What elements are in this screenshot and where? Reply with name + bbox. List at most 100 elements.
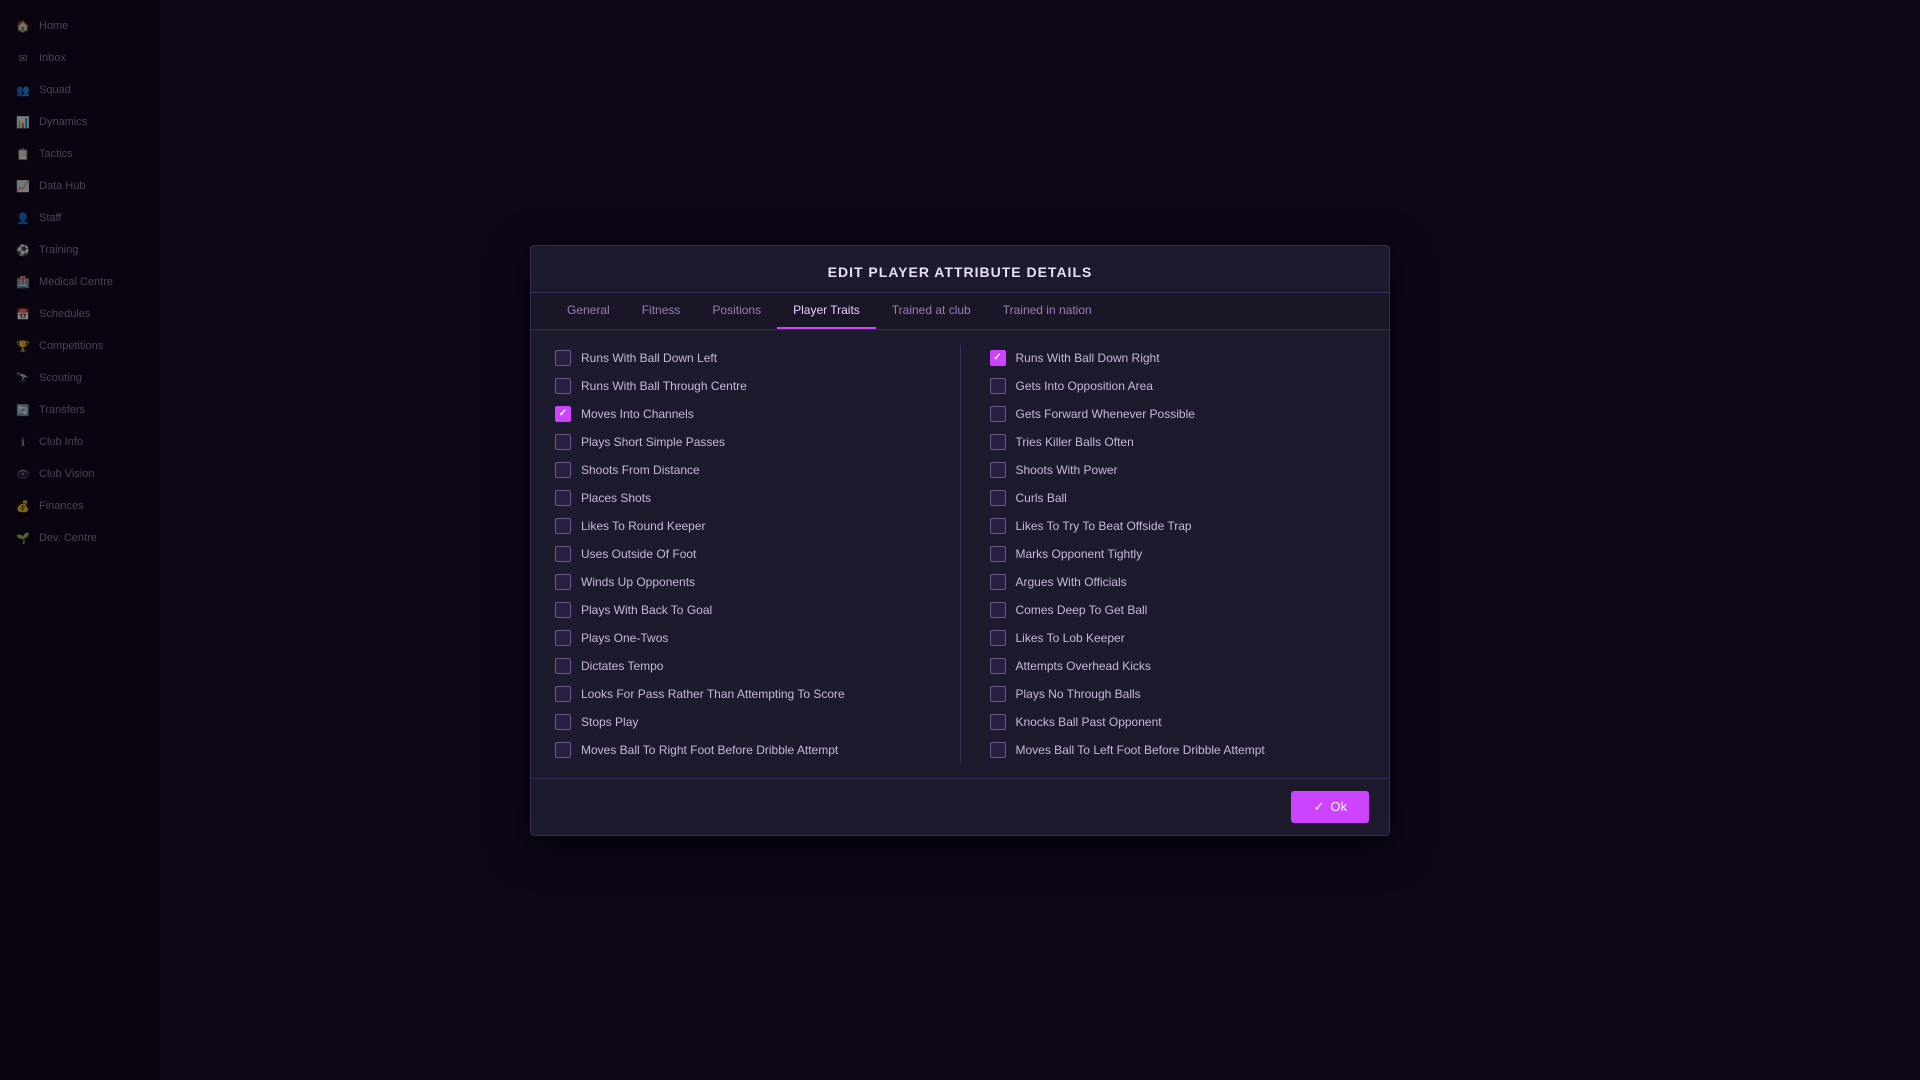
checkmark-icon: ✓	[1313, 799, 1324, 815]
trait-knocks-ball-past-opponent[interactable]: Knocks Ball Past Opponent	[986, 709, 1370, 735]
checkbox-looks-for-pass-rather-than-score[interactable]	[555, 686, 571, 702]
label-tries-killer-balls-often: Tries Killer Balls Often	[1016, 435, 1134, 449]
checkbox-marks-opponent-tightly[interactable]	[990, 546, 1006, 562]
label-plays-short-simple-passes: Plays Short Simple Passes	[581, 435, 725, 449]
trait-uses-outside-of-foot[interactable]: Uses Outside Of Foot	[551, 541, 935, 567]
label-looks-for-pass-rather-than-score: Looks For Pass Rather Than Attempting To…	[581, 687, 845, 701]
checkbox-dictates-tempo[interactable]	[555, 658, 571, 674]
label-runs-ball-through-centre: Runs With Ball Through Centre	[581, 379, 747, 393]
trait-gets-forward-whenever-possible[interactable]: Gets Forward Whenever Possible	[986, 401, 1370, 427]
label-stops-play: Stops Play	[581, 715, 638, 729]
checkbox-likes-to-round-keeper[interactable]	[555, 518, 571, 534]
checkbox-moves-into-channels[interactable]	[555, 406, 571, 422]
trait-argues-with-officials[interactable]: Argues With Officials	[986, 569, 1370, 595]
trait-marks-opponent-tightly[interactable]: Marks Opponent Tightly	[986, 541, 1370, 567]
label-likes-to-beat-offside-trap: Likes To Try To Beat Offside Trap	[1016, 519, 1192, 533]
label-shoots-from-distance: Shoots From Distance	[581, 463, 700, 477]
label-curls-ball: Curls Ball	[1016, 491, 1067, 505]
trait-runs-ball-down-left[interactable]: Runs With Ball Down Left	[551, 345, 935, 371]
checkbox-plays-no-through-balls[interactable]	[990, 686, 1006, 702]
trait-plays-one-twos[interactable]: Plays One-Twos	[551, 625, 935, 651]
checkbox-runs-ball-through-centre[interactable]	[555, 378, 571, 394]
checkbox-runs-ball-down-right[interactable]	[990, 350, 1006, 366]
checkbox-gets-into-opposition-area[interactable]	[990, 378, 1006, 394]
checkbox-knocks-ball-past-opponent[interactable]	[990, 714, 1006, 730]
trait-comes-deep-to-get-ball[interactable]: Comes Deep To Get Ball	[986, 597, 1370, 623]
label-dictates-tempo: Dictates Tempo	[581, 659, 663, 673]
checkbox-uses-outside-of-foot[interactable]	[555, 546, 571, 562]
checkbox-moves-ball-to-left-foot[interactable]	[990, 742, 1006, 758]
trait-likes-to-round-keeper[interactable]: Likes To Round Keeper	[551, 513, 935, 539]
checkbox-moves-ball-to-right-foot[interactable]	[555, 742, 571, 758]
checkbox-tries-killer-balls-often[interactable]	[990, 434, 1006, 450]
label-gets-into-opposition-area: Gets Into Opposition Area	[1016, 379, 1153, 393]
trait-dictates-tempo[interactable]: Dictates Tempo	[551, 653, 935, 679]
trait-likes-to-lob-keeper[interactable]: Likes To Lob Keeper	[986, 625, 1370, 651]
checkbox-places-shots[interactable]	[555, 490, 571, 506]
trait-attempts-overhead-kicks[interactable]: Attempts Overhead Kicks	[986, 653, 1370, 679]
modal-footer: ✓ Ok	[531, 778, 1389, 835]
label-moves-into-channels: Moves Into Channels	[581, 407, 694, 421]
tabs-container: General Fitness Positions Player Traits …	[531, 293, 1389, 330]
checkbox-argues-with-officials[interactable]	[990, 574, 1006, 590]
trait-moves-ball-to-right-foot[interactable]: Moves Ball To Right Foot Before Dribble …	[551, 737, 935, 763]
label-marks-opponent-tightly: Marks Opponent Tightly	[1016, 547, 1143, 561]
label-moves-ball-to-right-foot: Moves Ball To Right Foot Before Dribble …	[581, 743, 838, 757]
label-likes-to-round-keeper: Likes To Round Keeper	[581, 519, 706, 533]
label-knocks-ball-past-opponent: Knocks Ball Past Opponent	[1016, 715, 1162, 729]
trait-plays-no-through-balls[interactable]: Plays No Through Balls	[986, 681, 1370, 707]
checkbox-plays-short-simple-passes[interactable]	[555, 434, 571, 450]
trait-curls-ball[interactable]: Curls Ball	[986, 485, 1370, 511]
trait-moves-into-channels[interactable]: Moves Into Channels	[551, 401, 935, 427]
modal-overlay: EDIT PLAYER ATTRIBUTE DETAILS General Fi…	[0, 0, 1920, 1080]
checkbox-curls-ball[interactable]	[990, 490, 1006, 506]
trait-winds-up-opponents[interactable]: Winds Up Opponents	[551, 569, 935, 595]
label-likes-to-lob-keeper: Likes To Lob Keeper	[1016, 631, 1125, 645]
column-divider	[960, 345, 961, 763]
checkbox-plays-with-back-to-goal[interactable]	[555, 602, 571, 618]
checkbox-likes-to-beat-offside-trap[interactable]	[990, 518, 1006, 534]
trait-shoots-with-power[interactable]: Shoots With Power	[986, 457, 1370, 483]
checkbox-likes-to-lob-keeper[interactable]	[990, 630, 1006, 646]
trait-gets-into-opposition-area[interactable]: Gets Into Opposition Area	[986, 373, 1370, 399]
tab-general[interactable]: General	[551, 293, 626, 329]
checkbox-attempts-overhead-kicks[interactable]	[990, 658, 1006, 674]
edit-player-attribute-modal: EDIT PLAYER ATTRIBUTE DETAILS General Fi…	[530, 245, 1390, 836]
tab-trained-at-club[interactable]: Trained at club	[876, 293, 987, 329]
tab-player-traits[interactable]: Player Traits	[777, 293, 876, 329]
trait-shoots-from-distance[interactable]: Shoots From Distance	[551, 457, 935, 483]
label-moves-ball-to-left-foot: Moves Ball To Left Foot Before Dribble A…	[1016, 743, 1265, 757]
trait-tries-killer-balls-often[interactable]: Tries Killer Balls Often	[986, 429, 1370, 455]
checkbox-shoots-with-power[interactable]	[990, 462, 1006, 478]
tab-trained-in-nation[interactable]: Trained in nation	[987, 293, 1108, 329]
ok-button[interactable]: ✓ Ok	[1291, 791, 1369, 823]
checkbox-runs-ball-down-left[interactable]	[555, 350, 571, 366]
trait-places-shots[interactable]: Places Shots	[551, 485, 935, 511]
checkbox-comes-deep-to-get-ball[interactable]	[990, 602, 1006, 618]
trait-runs-ball-down-right[interactable]: Runs With Ball Down Right	[986, 345, 1370, 371]
trait-likes-to-beat-offside-trap[interactable]: Likes To Try To Beat Offside Trap	[986, 513, 1370, 539]
ok-button-label: Ok	[1330, 799, 1347, 814]
label-comes-deep-to-get-ball: Comes Deep To Get Ball	[1016, 603, 1148, 617]
checkbox-shoots-from-distance[interactable]	[555, 462, 571, 478]
checkbox-stops-play[interactable]	[555, 714, 571, 730]
tab-positions[interactable]: Positions	[696, 293, 777, 329]
checkbox-plays-one-twos[interactable]	[555, 630, 571, 646]
trait-plays-with-back-to-goal[interactable]: Plays With Back To Goal	[551, 597, 935, 623]
checkbox-winds-up-opponents[interactable]	[555, 574, 571, 590]
trait-runs-ball-through-centre[interactable]: Runs With Ball Through Centre	[551, 373, 935, 399]
label-winds-up-opponents: Winds Up Opponents	[581, 575, 695, 589]
label-shoots-with-power: Shoots With Power	[1016, 463, 1118, 477]
trait-plays-short-simple-passes[interactable]: Plays Short Simple Passes	[551, 429, 935, 455]
trait-stops-play[interactable]: Stops Play	[551, 709, 935, 735]
trait-moves-ball-to-left-foot[interactable]: Moves Ball To Left Foot Before Dribble A…	[986, 737, 1370, 763]
label-uses-outside-of-foot: Uses Outside Of Foot	[581, 547, 696, 561]
tab-fitness[interactable]: Fitness	[626, 293, 697, 329]
checkbox-gets-forward-whenever-possible[interactable]	[990, 406, 1006, 422]
label-plays-with-back-to-goal: Plays With Back To Goal	[581, 603, 712, 617]
modal-title: EDIT PLAYER ATTRIBUTE DETAILS	[531, 246, 1389, 293]
label-gets-forward-whenever-possible: Gets Forward Whenever Possible	[1016, 407, 1195, 421]
traits-right-column: Runs With Ball Down Right Gets Into Oppo…	[986, 345, 1370, 763]
trait-looks-for-pass-rather-than-score[interactable]: Looks For Pass Rather Than Attempting To…	[551, 681, 935, 707]
label-runs-ball-down-left: Runs With Ball Down Left	[581, 351, 717, 365]
